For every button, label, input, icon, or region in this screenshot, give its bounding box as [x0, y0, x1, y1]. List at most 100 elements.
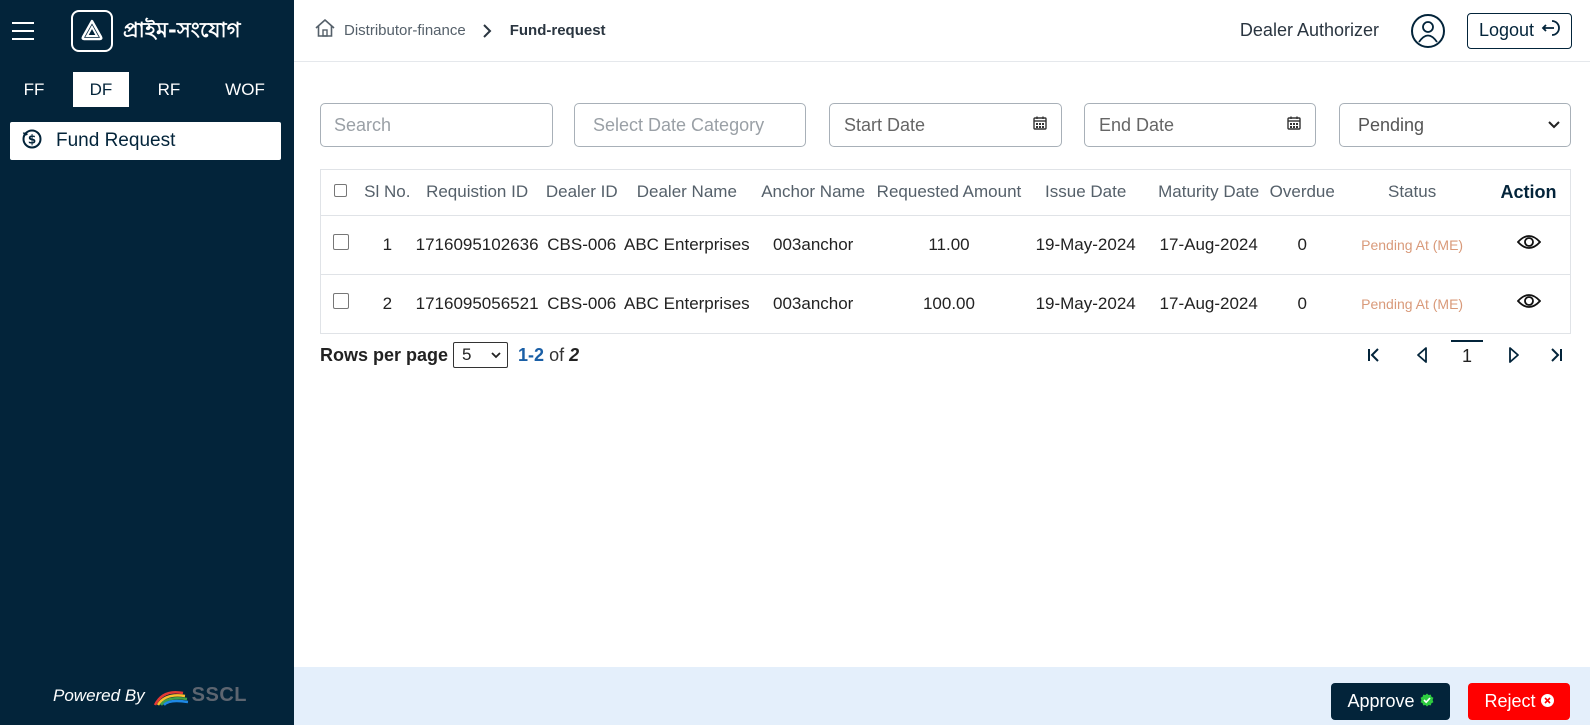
cell-overdue: 0: [1297, 293, 1307, 313]
logout-button[interactable]: Logout: [1467, 12, 1572, 49]
cell-maturity-date: 17-Aug-2024: [1159, 293, 1258, 313]
prev-page-icon[interactable]: [1407, 340, 1437, 370]
reject-button[interactable]: Reject: [1468, 683, 1570, 720]
sscl-logo-text: SSCL: [191, 684, 248, 706]
logout-label: Logout: [1478, 20, 1535, 40]
powered-by: Powered By SSCL: [53, 684, 247, 707]
chevron-right-icon: [482, 23, 492, 38]
row-checkbox[interactable]: [332, 293, 349, 310]
cell-status: Pending At (ME): [1361, 295, 1464, 312]
col-action: Action: [1487, 170, 1570, 216]
cell-status: Pending At (ME): [1337, 215, 1488, 275]
col-overdue: Overdue: [1267, 170, 1338, 216]
cell-dealer-name: ABC Enterprises: [624, 293, 750, 313]
sidebar-item-label: Fund Request: [56, 130, 176, 151]
sidebar-header: প্রাইম-সংযোগ: [0, 0, 294, 62]
rows-per-page-value: 5: [462, 345, 472, 364]
col-requisition-id: Requistion ID: [414, 170, 540, 216]
table-row: 1 1716095102636 CBS-006 ABC Enterprises …: [321, 215, 1570, 275]
cell-requisition-id: 1716095056521: [415, 293, 539, 313]
logout-icon: [1534, 18, 1560, 43]
cell-dealer-id: CBS-006: [547, 293, 617, 313]
cell-sl: 2: [382, 293, 393, 313]
end-date-placeholder: End Date: [1099, 114, 1175, 135]
cell-requested-amount: 100.00: [922, 293, 975, 313]
brand-name: প্রাইম-সংযোগ: [123, 17, 241, 42]
approve-label: Approve: [1347, 691, 1415, 711]
last-page-icon[interactable]: [1541, 340, 1571, 370]
select-all-cell: [321, 170, 360, 216]
pagination: Rows per page 5 1-2 of 2 1: [320, 340, 1571, 370]
breadcrumb-distributor-finance[interactable]: Distributor-finance: [344, 22, 466, 39]
reject-label: Reject: [1484, 691, 1536, 711]
cell-issue-date: 19-May-2024: [1021, 215, 1151, 275]
first-page-icon[interactable]: [1359, 340, 1389, 370]
tab-ff[interactable]: FF: [10, 72, 58, 107]
page-controls: 1: [1359, 340, 1571, 370]
range-total: 2: [569, 344, 580, 365]
row-checkbox[interactable]: [332, 234, 349, 250]
range-from: 1: [518, 344, 529, 365]
view-eye-icon[interactable]: [1516, 234, 1541, 250]
page-number-current[interactable]: 1: [1451, 340, 1483, 370]
status-select[interactable]: Pending: [1339, 103, 1571, 147]
cell-sl: 1: [360, 215, 415, 275]
calendar-icon: [1033, 116, 1047, 135]
powered-by-text: Powered By: [53, 685, 145, 705]
start-date-field[interactable]: Start Date: [829, 103, 1062, 147]
date-category-input[interactable]: [575, 104, 805, 146]
row-select-cell: [321, 215, 360, 275]
view-eye-icon[interactable]: [1516, 293, 1541, 309]
cell-anchor-name: 003anchor: [773, 293, 854, 313]
row-select-cell: [321, 274, 360, 333]
cell-issue-date: 19-May-2024: [1035, 293, 1136, 313]
sscl-logo: SSCL: [153, 684, 247, 707]
breadcrumb-fund-request: Fund-request: [509, 22, 606, 39]
cell-action: [1487, 274, 1570, 333]
chevron-down-icon: [1548, 116, 1560, 134]
rows-per-page-label: Rows per page: [320, 344, 449, 365]
col-requested-amount: Requested Amount: [876, 170, 1022, 216]
top-header: Distributor-finance Fund-request Dealer …: [294, 0, 1590, 62]
sidebar-item-fund-request[interactable]: $ Fund Request: [10, 122, 281, 160]
start-date-placeholder: Start Date: [844, 114, 926, 135]
cell-requisition-id: 1716095102636: [414, 215, 540, 275]
tab-rf[interactable]: RF: [141, 72, 197, 107]
end-date-field[interactable]: End Date: [1084, 103, 1316, 147]
next-page-icon[interactable]: [1499, 340, 1529, 370]
search-input[interactable]: [321, 104, 552, 146]
tab-wof[interactable]: WOF: [217, 72, 273, 107]
col-issue-date: Issue Date: [1021, 170, 1151, 216]
range-to: 2: [534, 344, 545, 365]
col-status: Status: [1337, 170, 1488, 216]
chevron-down-icon: [491, 346, 501, 364]
table-header-row: Sl No. Requistion ID Dealer ID Dealer Na…: [321, 170, 1570, 216]
cell-maturity-date: 17-Aug-2024: [1150, 215, 1268, 275]
product-tabs: FF DF RF WOF: [0, 72, 294, 107]
page-range: 1-2 of 2: [518, 344, 580, 365]
breadcrumb: Distributor-finance Fund-request: [314, 18, 606, 43]
svg-text:$: $: [28, 132, 36, 146]
search-box: [320, 103, 553, 147]
check-badge-icon: [1415, 691, 1434, 712]
close-circle-icon: [1536, 691, 1554, 712]
calendar-icon: [1287, 116, 1301, 135]
status-select-value: Pending: [1358, 114, 1425, 135]
cell-anchor-name: 003anchor: [749, 215, 877, 275]
date-category-box: [574, 103, 806, 147]
approve-button[interactable]: Approve: [1331, 683, 1450, 720]
brand-logo-icon: [71, 10, 113, 52]
home-icon[interactable]: [314, 18, 336, 43]
cell-overdue: 0: [1267, 215, 1338, 275]
cell-dealer-id: CBS-006: [539, 215, 624, 275]
hamburger-menu-icon[interactable]: [12, 22, 34, 40]
cell-action: [1487, 215, 1570, 275]
table-row: 2 1716095056521 CBS-006 ABC Enterprises …: [321, 274, 1570, 333]
rows-per-page-select[interactable]: 5: [453, 342, 509, 368]
col-anchor-name: Anchor Name: [749, 170, 877, 216]
select-all-checkbox[interactable]: [334, 184, 347, 198]
user-avatar-icon[interactable]: [1411, 13, 1445, 48]
col-maturity-date: Maturity Date: [1150, 170, 1268, 216]
range-of: of: [549, 344, 565, 365]
tab-df[interactable]: DF: [73, 72, 129, 107]
